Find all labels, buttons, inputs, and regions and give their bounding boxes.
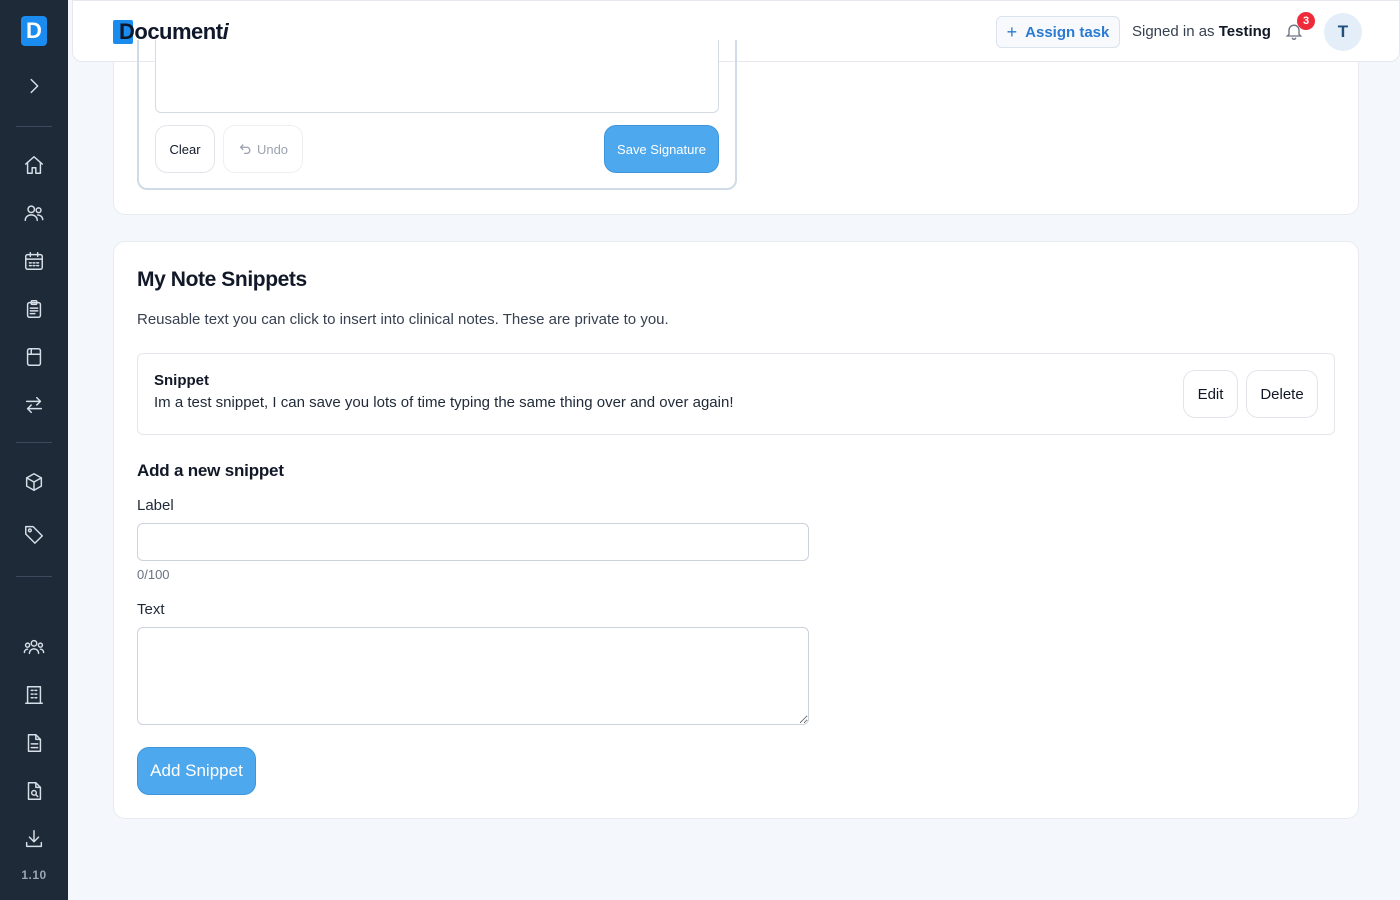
home-icon[interactable]	[22, 153, 46, 177]
download-icon[interactable]	[22, 827, 46, 851]
transfer-icon[interactable]	[22, 393, 46, 417]
snippet-label: Snippet	[154, 372, 209, 389]
label-char-count: 0/100	[137, 567, 170, 582]
edit-snippet-button[interactable]: Edit	[1183, 370, 1238, 418]
sidebar: D 1.10	[0, 0, 68, 900]
delete-snippet-button[interactable]: Delete	[1246, 370, 1318, 418]
signed-in-text: Signed in as Testing	[1132, 23, 1271, 40]
assign-task-button[interactable]: + Assign task	[996, 16, 1120, 48]
document-search-icon[interactable]	[22, 779, 46, 803]
plus-icon: +	[1006, 22, 1018, 42]
label-field-label: Label	[137, 497, 174, 514]
building-icon[interactable]	[22, 683, 46, 707]
clipboard-icon[interactable]	[22, 297, 46, 321]
assign-task-label: Assign task	[1025, 23, 1110, 41]
sidebar-divider	[16, 442, 52, 443]
undo-icon	[239, 144, 251, 155]
notification-count-badge: 3	[1297, 12, 1315, 30]
clear-signature-button[interactable]: Clear	[155, 125, 215, 173]
box-icon[interactable]	[22, 470, 46, 494]
undo-label: Undo	[256, 141, 289, 157]
app-version: 1.10	[21, 868, 47, 882]
users-icon[interactable]	[22, 201, 46, 225]
snippet-text: Im a test snippet, I can save you lots o…	[154, 394, 734, 411]
snippet-label-input[interactable]	[137, 523, 809, 561]
list-icon[interactable]	[22, 345, 46, 369]
add-snippet-heading: Add a new snippet	[137, 461, 284, 480]
chevron-right-icon[interactable]	[22, 74, 46, 98]
signature-canvas[interactable]	[155, 40, 719, 113]
tag-icon[interactable]	[22, 522, 46, 546]
team-icon[interactable]	[22, 635, 46, 659]
app-logo[interactable]: D	[21, 16, 47, 46]
save-signature-button[interactable]: Save Signature	[604, 125, 719, 173]
undo-signature-button[interactable]: Undo	[223, 125, 303, 173]
snippets-description: Reusable text you can click to insert in…	[137, 311, 669, 328]
snippets-title: My Note Snippets	[137, 268, 307, 291]
add-snippet-button[interactable]: Add Snippet	[137, 747, 256, 795]
calendar-icon[interactable]	[22, 249, 46, 273]
document-icon[interactable]	[22, 731, 46, 755]
signed-in-user: Testing	[1218, 23, 1271, 40]
user-avatar[interactable]: T	[1324, 13, 1362, 51]
snippet-text-input[interactable]	[137, 627, 809, 725]
sidebar-divider	[16, 126, 52, 127]
sidebar-divider	[16, 576, 52, 577]
text-field-label: Text	[137, 601, 165, 618]
